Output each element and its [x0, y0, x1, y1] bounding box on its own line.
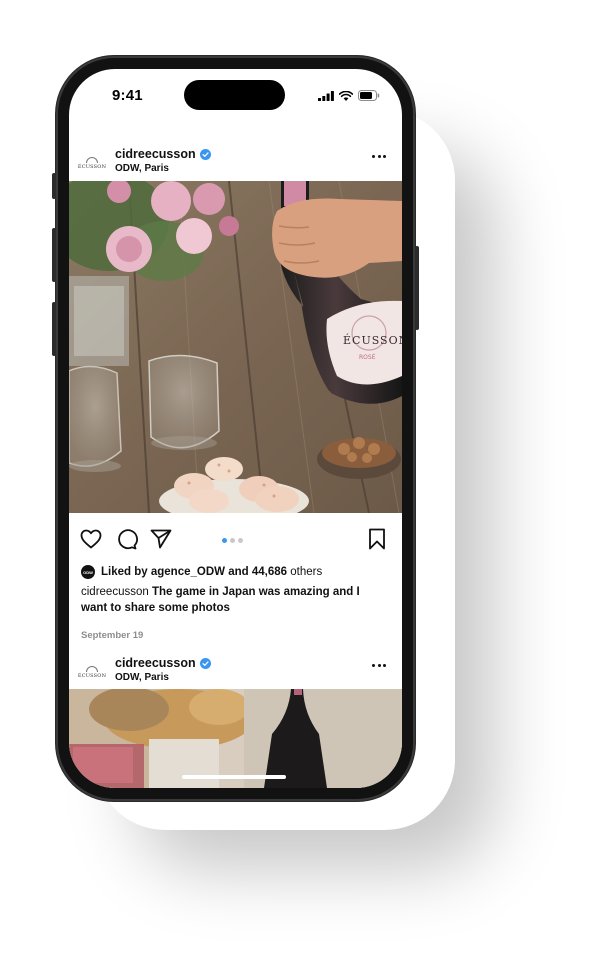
post-location[interactable]: ODW, Paris — [115, 672, 169, 683]
carousel-dot[interactable] — [230, 538, 235, 543]
post-photo[interactable]: ÉCUSSON ROSÉ — [69, 181, 402, 513]
likes-row: ODW Liked by agence_ODW and 44,686 other… — [81, 565, 322, 579]
post-photo[interactable] — [69, 689, 402, 788]
likes-count[interactable]: 44,686 — [252, 566, 287, 578]
post-date: September 19 — [81, 630, 144, 641]
comment-icon[interactable] — [114, 527, 138, 551]
bottle-variant-text: ROSÉ — [359, 353, 376, 361]
photo-illustration: ÉCUSSON ROSÉ — [69, 181, 402, 513]
brand-wordmark: ÉCUSSON — [77, 163, 107, 170]
battery-icon — [358, 90, 380, 101]
power-button — [415, 246, 419, 330]
home-indicator[interactable] — [182, 775, 286, 779]
dynamic-island — [184, 80, 285, 110]
likes-text[interactable]: Liked by agence_ODW and 44,686 others — [101, 566, 322, 578]
status-bar: 9:41 — [69, 69, 402, 129]
heart-icon[interactable] — [79, 527, 103, 551]
bookmark-icon[interactable] — [365, 527, 389, 551]
likes-joiner: and — [228, 566, 249, 578]
status-time: 9:41 — [112, 87, 143, 104]
post-caption: cidreecusson The game in Japan was amazi… — [81, 584, 386, 616]
post-username[interactable]: cidreecusson — [115, 656, 196, 670]
status-icons — [318, 90, 380, 101]
bottle-label-text: ÉCUSSON — [343, 333, 402, 347]
liker-avatar[interactable]: ODW — [81, 565, 95, 579]
username-row: cidreecusson — [115, 656, 211, 670]
crest-icon — [86, 156, 98, 163]
verified-icon — [199, 657, 211, 669]
screen: 9:41 ÉCUSSON cidreecusson ODW, Paris ÉCU… — [69, 69, 402, 788]
post-username[interactable]: cidreecusson — [115, 147, 196, 161]
more-icon[interactable] — [372, 664, 386, 667]
share-icon[interactable] — [149, 527, 173, 551]
photo-illustration — [69, 689, 402, 788]
carousel-dot[interactable] — [238, 538, 243, 543]
likes-prefix: Liked by — [101, 566, 148, 578]
post-actions — [69, 522, 402, 556]
verified-icon — [199, 148, 211, 160]
signal-icon — [318, 90, 334, 101]
username-row: cidreecusson — [115, 147, 211, 161]
carousel-dots — [222, 538, 243, 543]
phone-frame: 9:41 ÉCUSSON cidreecusson ODW, Paris ÉCU… — [52, 56, 419, 801]
brand-avatar[interactable]: ÉCUSSON — [77, 150, 107, 176]
brand-wordmark: ÉCUSSON — [77, 672, 107, 679]
likes-suffix: others — [290, 566, 323, 578]
volume-down-button — [52, 302, 56, 356]
action-button — [52, 173, 56, 199]
carousel-dot-active[interactable] — [222, 538, 227, 543]
likes-user[interactable]: agence_ODW — [151, 566, 225, 578]
wifi-icon — [339, 90, 353, 101]
crest-icon — [86, 665, 98, 672]
volume-up-button — [52, 228, 56, 282]
caption-username[interactable]: cidreecusson — [81, 586, 149, 598]
post-location[interactable]: ODW, Paris — [115, 163, 169, 174]
brand-avatar[interactable]: ÉCUSSON — [77, 659, 107, 685]
more-icon[interactable] — [372, 155, 386, 158]
